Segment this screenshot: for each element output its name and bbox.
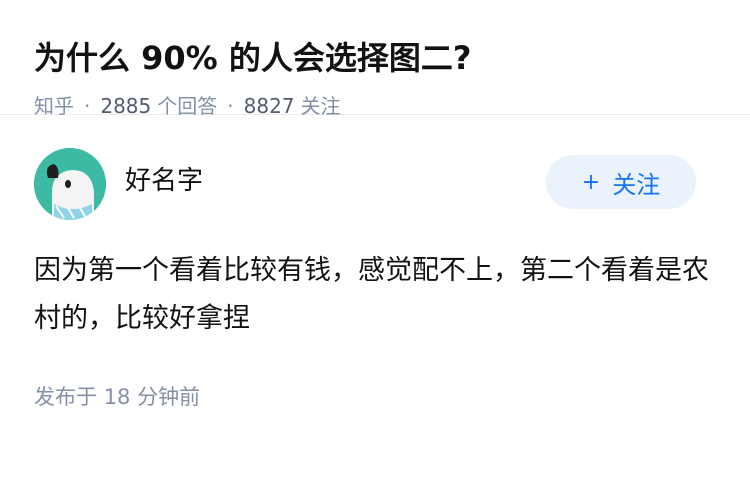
author-row: 好名字 + 关注 [34,147,716,221]
author-name[interactable]: 好名字 [125,160,203,197]
answer-count: 2885 [100,94,152,118]
question-meta: 知乎 · 2885 个回答 · 8827 关注 [34,92,716,120]
follow-count: 8827 [243,94,295,118]
follow-button-label: 关注 [612,170,661,199]
answer-time: 发布于 18 分钟前 [34,381,716,411]
follow-button[interactable]: + 关注 [546,155,696,209]
avatar[interactable] [34,148,106,220]
answer-count-label: 个回答 [157,94,218,118]
question-header: 为什么 90% 的人会选择图二? 知乎 · 2885 个回答 · 8827 关注 [0,0,750,118]
dog-avatar-icon [34,148,106,220]
question-title[interactable]: 为什么 90% 的人会选择图二? [34,36,716,80]
follow-count-label: 关注 [300,94,341,118]
answer-card: 好名字 + 关注 因为第一个看着比较有钱，感觉配不上，第二个看着是农村的，比较好… [0,147,750,411]
answer-time-label: 发布于 [34,385,97,409]
meta-separator: · [84,94,91,118]
plus-icon: + [581,169,601,195]
source-label[interactable]: 知乎 [34,94,74,118]
answer-time-value: 18 分钟前 [103,385,201,409]
answer-content: 因为第一个看着比较有钱，感觉配不上，第二个看着是农村的，比较好拿捏 [34,255,709,334]
answer-page: 为什么 90% 的人会选择图二? 知乎 · 2885 个回答 · 8827 关注 好名字 +… [0,0,750,482]
meta-separator: · [227,94,234,118]
